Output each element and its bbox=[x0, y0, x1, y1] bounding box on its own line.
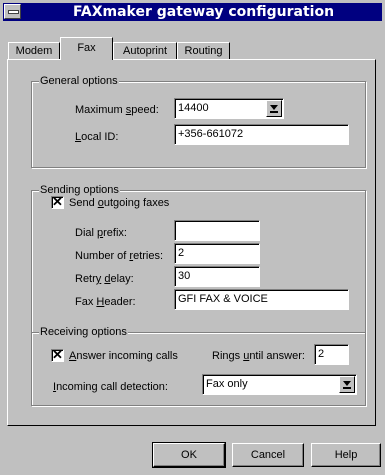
chevron-down-icon bbox=[270, 105, 278, 110]
dial-prefix-field[interactable] bbox=[174, 220, 260, 241]
dropdown-underline-icon bbox=[343, 387, 351, 389]
dial-prefix-label: Dial prefix: bbox=[75, 227, 127, 239]
local-id-field[interactable]: +356-661072 bbox=[174, 124, 349, 145]
fax-header-label: Fax Header: bbox=[75, 296, 136, 308]
tab-routing[interactable]: Routing bbox=[177, 42, 230, 59]
call-detection-dropdown-button[interactable] bbox=[339, 376, 355, 393]
tab-autoprint[interactable]: Autoprint bbox=[113, 42, 177, 59]
title-bar: FAXmaker gateway configuration bbox=[3, 3, 382, 21]
retry-delay-label: Retry delay: bbox=[75, 273, 134, 285]
retries-label: Number of retries: bbox=[75, 250, 164, 262]
retries-field[interactable]: 2 bbox=[174, 243, 260, 264]
call-detection-value: Fax only bbox=[206, 378, 248, 390]
window-title: FAXmaker gateway configuration bbox=[72, 4, 335, 20]
receiving-options-title: Receiving options bbox=[39, 325, 128, 339]
send-outgoing-checkbox[interactable]: ✕ bbox=[51, 194, 64, 209]
send-outgoing-label: Send outgoing faxes bbox=[69, 197, 170, 209]
rings-label: Rings until answer: bbox=[212, 350, 305, 362]
cancel-button[interactable]: Cancel bbox=[232, 443, 304, 467]
max-speed-value: 14400 bbox=[178, 102, 209, 114]
tab-fax[interactable]: Fax bbox=[60, 37, 113, 60]
ok-button[interactable]: OK bbox=[152, 442, 226, 468]
checkmark-icon: ✕ bbox=[52, 347, 63, 362]
answer-calls-checkbox[interactable]: ✕ bbox=[51, 347, 64, 362]
checkmark-icon: ✕ bbox=[52, 194, 63, 209]
answer-calls-label: Answer incoming calls bbox=[69, 350, 178, 362]
call-detection-select[interactable]: Fax only bbox=[202, 374, 357, 395]
general-options-title: General options bbox=[39, 74, 119, 88]
retry-delay-field[interactable]: 30 bbox=[174, 266, 260, 287]
max-speed-label: Maximum speed: bbox=[75, 104, 159, 116]
dropdown-underline-icon bbox=[270, 111, 278, 113]
tab-modem[interactable]: Modem bbox=[8, 42, 60, 59]
fax-header-field[interactable]: GFI FAX & VOICE bbox=[174, 289, 349, 310]
rings-field[interactable]: 2 bbox=[314, 344, 349, 365]
chevron-down-icon bbox=[343, 381, 351, 386]
call-detection-label: Incoming call detection: bbox=[53, 381, 168, 393]
system-menu-button[interactable] bbox=[4, 4, 21, 19]
max-speed-dropdown-button[interactable] bbox=[266, 100, 282, 117]
help-button[interactable]: Help bbox=[311, 443, 381, 467]
local-id-label: Local ID: bbox=[75, 131, 119, 143]
system-menu-icon bbox=[8, 10, 19, 14]
fax-config-dialog: FAXmaker gateway configuration Modem Fax… bbox=[0, 0, 385, 475]
max-speed-select[interactable]: 14400 bbox=[174, 98, 284, 119]
tab-panel-fax: General options Maximum speed: 14400 Loc… bbox=[7, 59, 376, 426]
